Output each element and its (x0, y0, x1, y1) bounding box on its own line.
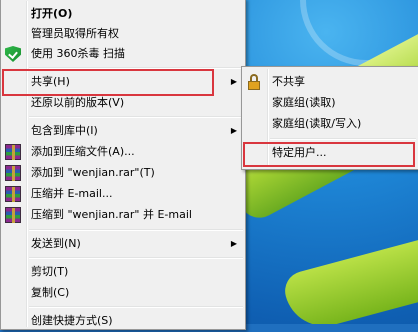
menu-item-compress-rar-email[interactable]: 压缩到 "wenjian.rar" 并 E-mail (3, 204, 243, 226)
menu-item-take-ownership[interactable]: 管理员取得所有权 (3, 23, 243, 45)
lock-icon (246, 74, 262, 90)
menu-separator (29, 116, 243, 118)
menu-item-label: 打开(O) (31, 7, 73, 20)
submenu-item-no-share[interactable]: 不共享 (244, 71, 416, 93)
menu-separator (29, 257, 243, 259)
menu-item-create-shortcut[interactable]: 创建快捷方式(S) (3, 310, 243, 332)
menu-item-label: 压缩并 E-mail... (31, 187, 113, 200)
menu-item-label: 家庭组(读取) (272, 96, 336, 109)
winrar-icon (5, 186, 21, 202)
submenu-item-homegroup-readwrite[interactable]: 家庭组(读取/写入) (244, 113, 416, 135)
menu-item-label: 添加到 "wenjian.rar"(T) (31, 166, 155, 179)
menu-item-include-in-library[interactable]: 包含到库中(I) ▶ (3, 120, 243, 142)
winrar-icon (5, 165, 21, 181)
menu-item-label: 使用 360杀毒 扫描 (31, 47, 125, 60)
menu-separator (29, 229, 243, 231)
menu-item-label: 家庭组(读取/写入) (272, 117, 362, 130)
specific-people-highlight-box (243, 142, 415, 167)
menu-item-360-scan[interactable]: 使用 360杀毒 扫描 (3, 43, 243, 65)
menu-item-add-to-rar[interactable]: 添加到 "wenjian.rar"(T) (3, 162, 243, 184)
menu-item-label: 包含到库中(I) (31, 124, 98, 137)
menu-item-label: 发送到(N) (31, 237, 81, 250)
winrar-icon (5, 144, 21, 160)
menu-item-send-to[interactable]: 发送到(N) ▶ (3, 233, 243, 255)
menu-item-label: 压缩到 "wenjian.rar" 并 E-mail (31, 208, 192, 221)
submenu-arrow-icon: ▶ (230, 77, 237, 86)
submenu-item-homegroup-read[interactable]: 家庭组(读取) (244, 92, 416, 114)
menu-separator (270, 138, 416, 140)
menu-item-label: 复制(C) (31, 286, 70, 299)
menu-item-compress-email[interactable]: 压缩并 E-mail... (3, 183, 243, 205)
menu-separator (29, 306, 243, 308)
menu-item-label: 剪切(T) (31, 265, 69, 278)
submenu-arrow-icon: ▶ (230, 126, 237, 135)
submenu-arrow-icon: ▶ (230, 239, 237, 248)
menu-item-add-to-archive[interactable]: 添加到压缩文件(A)... (3, 141, 243, 163)
menu-item-label: 管理员取得所有权 (31, 27, 119, 40)
menu-item-label: 添加到压缩文件(A)... (31, 145, 135, 158)
share-highlight-box (2, 69, 214, 96)
menu-item-cut[interactable]: 剪切(T) (3, 261, 243, 283)
menu-item-label: 不共享 (272, 75, 305, 88)
360-shield-icon (5, 46, 21, 62)
context-menu: 打开(O) 管理员取得所有权 使用 360杀毒 扫描 共享(H) ▶ 还原以前的… (0, 0, 246, 330)
winrar-icon (5, 207, 21, 223)
menu-item-copy[interactable]: 复制(C) (3, 282, 243, 304)
menu-item-label: 创建快捷方式(S) (31, 314, 113, 327)
menu-item-open[interactable]: 打开(O) (3, 3, 243, 25)
